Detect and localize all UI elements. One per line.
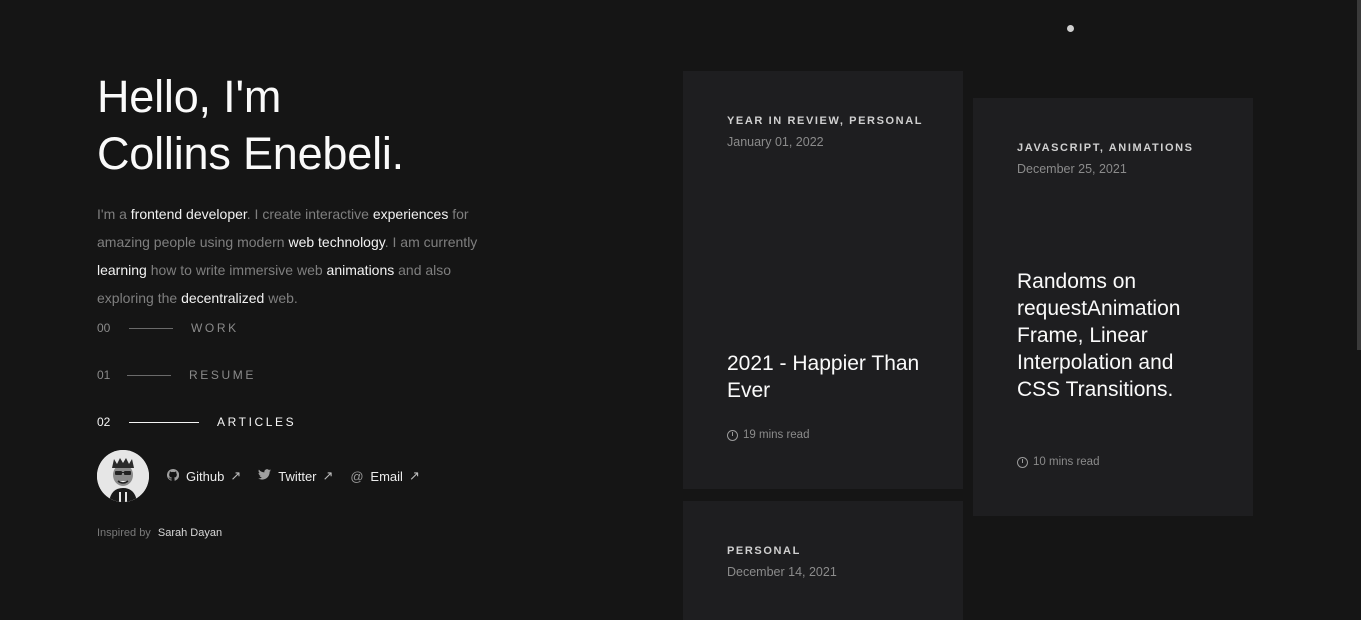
nav-line <box>129 421 199 423</box>
article-card[interactable]: PERSONAL December 14, 2021 <box>683 501 963 620</box>
nav-line <box>127 374 171 376</box>
bio-highlight: frontend developer <box>130 206 247 222</box>
hero-line-2: Collins Enebeli. <box>97 128 404 179</box>
arrow-up-right-icon: ↗ <box>408 468 420 483</box>
bio-text: how to write immersive web <box>146 262 327 278</box>
avatar-illustration <box>97 450 149 502</box>
article-title: Randoms on requestAnimation Frame, Linea… <box>1017 270 1181 401</box>
github-link[interactable]: Github ↗ <box>166 468 241 484</box>
article-title: 2021 - Happier Than Ever <box>727 352 920 402</box>
intro-section: Hello, I'm Collins Enebeli. I'm a fronte… <box>97 68 517 326</box>
bio-text: . I create interactive <box>246 206 373 222</box>
nav-label: WORK <box>191 321 239 335</box>
article-date: December 25, 2021 <box>1017 162 1127 176</box>
twitter-icon <box>258 469 272 483</box>
nav-item-articles[interactable]: 02 ARTICLES <box>97 412 296 432</box>
github-label: Github <box>186 468 225 484</box>
bio-paragraph: I'm a frontend developer. I create inter… <box>97 200 497 312</box>
credit-link[interactable]: Sarah Dayan <box>158 527 222 539</box>
nav-item-resume[interactable]: 01 RESUME <box>97 365 296 385</box>
credit-prefix: Inspired by <box>97 527 151 539</box>
bio-text: web. <box>264 290 298 306</box>
article-date: January 01, 2022 <box>727 135 824 149</box>
nav-line <box>129 327 173 329</box>
nav-label: RESUME <box>189 368 256 382</box>
bio-highlight: web technology <box>288 234 385 250</box>
clock-icon <box>1017 456 1028 468</box>
avatar <box>97 450 149 502</box>
arrow-up-right-icon: ↗ <box>230 468 242 483</box>
profile-links: Github ↗ Twitter ↗ @ Email ↗ <box>97 450 420 502</box>
article-card[interactable]: YEAR IN REVIEW, PERSONAL January 01, 202… <box>683 71 963 489</box>
article-read-time: 10 mins read <box>1017 456 1099 468</box>
scrollbar[interactable] <box>1357 0 1361 350</box>
section-nav: 00 WORK 01 RESUME 02 ARTICLES <box>97 318 296 459</box>
hero-line-1: Hello, I'm <box>97 71 282 122</box>
bio-highlight: experiences <box>372 206 449 222</box>
article-tags: JAVASCRIPT, ANIMATIONS <box>1017 142 1194 154</box>
article-tags: YEAR IN REVIEW, PERSONAL <box>727 115 924 127</box>
email-link[interactable]: @ Email ↗ <box>350 468 419 484</box>
bio-text: . I am currently <box>384 234 478 250</box>
nav-number: 02 <box>97 415 111 429</box>
github-icon <box>166 468 179 484</box>
article-read-time: 19 mins read <box>727 429 809 441</box>
article-date: December 14, 2021 <box>727 565 837 579</box>
nav-item-work[interactable]: 00 WORK <box>97 318 296 338</box>
clock-icon <box>727 429 738 441</box>
nav-label: ARTICLES <box>217 415 297 429</box>
twitter-link[interactable]: Twitter ↗ <box>258 468 333 484</box>
twitter-label: Twitter <box>278 468 317 484</box>
arrow-up-right-icon: ↗ <box>322 468 334 483</box>
bio-highlight: animations <box>326 262 395 278</box>
read-time-label: 10 mins read <box>1033 456 1100 468</box>
cursor-dot <box>1067 25 1074 32</box>
article-card[interactable]: JAVASCRIPT, ANIMATIONS December 25, 2021… <box>973 98 1253 516</box>
nav-number: 01 <box>97 368 111 382</box>
nav-number: 00 <box>97 321 111 335</box>
bio-highlight: decentralized <box>181 290 265 306</box>
bio-text: I'm a <box>97 206 131 222</box>
email-icon: @ <box>350 468 364 484</box>
read-time-label: 19 mins read <box>743 429 810 441</box>
credit-line: Inspired by Sarah Dayan <box>97 527 222 539</box>
article-tags: PERSONAL <box>727 545 801 557</box>
page-title: Hello, I'm Collins Enebeli. <box>97 68 517 182</box>
bio-highlight: learning <box>97 262 147 278</box>
email-label: Email <box>370 468 403 484</box>
